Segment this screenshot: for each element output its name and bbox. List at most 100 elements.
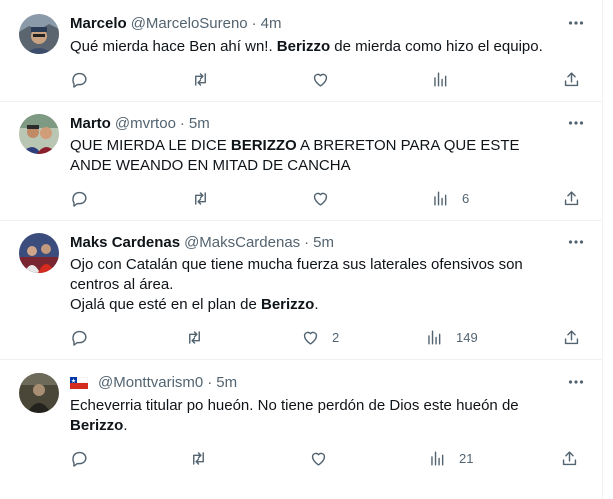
separator-dot: · [251,14,257,32]
text-segment: . [314,296,319,313]
heart-icon [303,331,318,345]
retweet-button[interactable] [191,188,222,208]
view-count: 149 [456,329,478,345]
highlighted-term: Berizzo [70,417,124,434]
share-button[interactable] [560,448,579,468]
tweet-text: Ojo con Catalán que tiene mucha fuerza s… [70,255,550,315]
share-button[interactable] [562,188,581,208]
text-segment: de mierda como hizo el equipo. [330,38,543,55]
heart-icon [313,73,328,87]
timestamp[interactable]: 4m [261,15,282,32]
tweet[interactable]: Marto @mvrtoo · 5m QUE MIERDA LE DICE BE… [0,102,602,221]
more-horizontal-icon [568,121,584,125]
retweet-arrows-icon [189,330,200,344]
highlighted-term: BERIZZO [230,137,297,154]
user-handle[interactable]: @Monttvarism0 [98,374,203,391]
share-upload-icon [564,190,579,205]
retweet-button[interactable] [185,327,216,347]
tweet-text: Qué mierda hace Ben ahí wn!. Berizzo de … [70,37,575,57]
display-name[interactable]: Marto [70,115,111,132]
more-options-button[interactable] [566,232,586,252]
avatar[interactable] [19,14,59,54]
more-horizontal-icon [568,240,584,244]
tweet-header: Maks Cardenas @MaksCardenas · 5m [70,232,334,252]
separator-dot: · [179,114,185,132]
user-handle[interactable]: @MarceloSureno [131,15,248,32]
display-name[interactable]: Marcelo [70,15,127,32]
timestamp[interactable]: 5m [216,374,237,391]
reply-bubble-icon [72,72,87,88]
tweet-actions [70,69,582,89]
text-segment: Ojalá que esté en el plan de [70,296,261,313]
like-button[interactable] [311,69,342,89]
more-horizontal-icon [568,380,584,384]
tweet-actions: 6 [70,188,582,208]
retweet-arrows-icon [195,191,206,205]
tweet[interactable]: Marcelo @MarceloSureno · 4m Qué mierda h… [0,0,602,102]
retweet-arrows-icon [193,451,204,465]
tweet-feed: Marcelo @MarceloSureno · 4m Qué mierda h… [0,0,603,499]
view-count: 21 [459,450,474,466]
text-segment: QUE MIERDA LE DICE [70,137,231,154]
bar-chart-icon [434,190,447,206]
timestamp[interactable]: 5m [189,115,210,132]
text-segment: Echeverria titular po hueón. No tiene pe… [70,397,519,414]
text-line: Ojo con Catalán que tiene mucha fuerza s… [70,256,523,293]
highlighted-term: Berizzo [260,296,315,313]
heart-icon [313,192,328,206]
chile-flag-icon [69,376,89,389]
reply-bubble-icon [72,330,87,346]
highlighted-term: Berizzo [276,38,331,55]
text-segment: Qué mierda hace Ben ahí wn!. [70,38,277,55]
views-button[interactable]: 6 [431,188,469,208]
more-options-button[interactable] [566,372,586,392]
like-button[interactable]: 2 [301,327,339,347]
user-handle[interactable]: @mvrtoo [115,115,176,132]
more-options-button[interactable] [566,13,586,33]
tweet-header: Marcelo @MarceloSureno · 4m [70,13,282,33]
timestamp[interactable]: 5m [313,234,334,251]
heart-icon [311,452,326,466]
tweet-actions: 21 [70,448,582,468]
separator-dot: · [207,373,213,391]
share-upload-icon [564,329,579,344]
reply-button[interactable] [70,448,101,468]
share-upload-icon [564,71,579,86]
tweet-text: QUE MIERDA LE DICE BERIZZO A BRERETON PA… [70,136,550,176]
like-count: 2 [332,329,340,345]
separator-dot: · [304,233,310,251]
retweet-button[interactable] [191,69,222,89]
tweet[interactable]: Maks Cardenas @MaksCardenas · 5m Ojo con… [0,221,602,360]
avatar[interactable] [19,114,59,154]
avatar[interactable] [19,373,59,413]
bar-chart-icon [434,71,447,87]
reply-button[interactable] [70,327,101,347]
tweet-text: Echeverria titular po hueón. No tiene pe… [70,396,550,436]
share-button[interactable] [562,327,581,347]
reply-bubble-icon [72,191,87,207]
bar-chart-icon [431,450,444,466]
tweet[interactable]: @Monttvarism0 · 5m Echeverria titular po… [0,360,602,499]
like-button[interactable] [309,448,340,468]
reply-bubble-icon [72,451,87,467]
display-name[interactable]: Maks Cardenas [70,234,180,251]
share-upload-icon [562,450,577,465]
views-button[interactable]: 21 [428,448,473,468]
more-options-button[interactable] [566,113,586,133]
tweet-actions: 2 149 [70,327,582,347]
retweet-arrows-icon [195,72,206,86]
reply-button[interactable] [70,188,101,208]
like-button[interactable] [311,188,342,208]
share-button[interactable] [562,69,581,89]
retweet-button[interactable] [189,448,220,468]
more-horizontal-icon [568,21,584,25]
text-line: Ojalá que esté en el plan de Berizzo. [70,295,550,315]
reply-button[interactable] [70,69,101,89]
tweet-header: Marto @mvrtoo · 5m [70,113,210,133]
tweet-header: @Monttvarism0 · 5m [69,372,237,392]
views-button[interactable]: 149 [425,327,478,347]
avatar[interactable] [19,233,59,273]
user-handle[interactable]: @MaksCardenas [184,234,300,251]
views-button[interactable] [431,69,462,89]
text-segment: . [123,417,128,434]
